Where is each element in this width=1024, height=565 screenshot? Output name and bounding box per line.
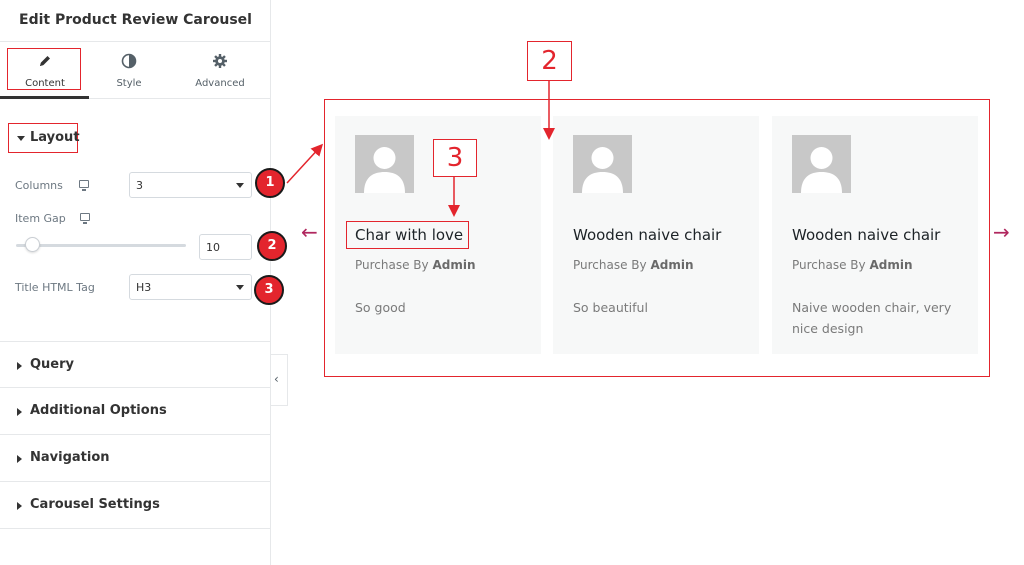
card-meta: Purchase By Admin bbox=[355, 258, 476, 272]
card-title: Wooden naive chair bbox=[573, 226, 722, 244]
section-query-toggle[interactable]: Query bbox=[0, 341, 271, 388]
tab-advanced[interactable]: Advanced bbox=[175, 42, 265, 99]
active-tab-indicator bbox=[0, 96, 89, 99]
caret-right-icon bbox=[17, 408, 22, 416]
card-meta-prefix: Purchase By bbox=[573, 258, 647, 272]
editor-panel: Edit Product Review Carousel Content Sty… bbox=[0, 0, 271, 565]
section-additional-options-toggle[interactable]: Additional Options bbox=[0, 388, 271, 435]
callout-label-2: 2 bbox=[527, 41, 572, 81]
gear-icon bbox=[175, 53, 265, 69]
title-html-tag-label: Title HTML Tag bbox=[15, 281, 95, 294]
annotation-badge-1: 1 bbox=[255, 168, 285, 198]
section-navigation-label: Navigation bbox=[30, 450, 110, 465]
card-meta-prefix: Purchase By bbox=[355, 258, 429, 272]
tab-advanced-label: Advanced bbox=[195, 78, 245, 89]
caret-down-icon bbox=[17, 136, 25, 141]
avatar-placeholder-icon bbox=[573, 135, 632, 193]
annotation-badge-3: 3 bbox=[254, 275, 284, 305]
panel-collapse-handle[interactable]: ‹ bbox=[271, 354, 288, 406]
panel-title: Edit Product Review Carousel bbox=[0, 0, 271, 42]
responsive-desktop-icon[interactable] bbox=[80, 213, 90, 224]
editor-screen: Edit Product Review Carousel Content Sty… bbox=[0, 0, 1024, 565]
item-gap-slider-handle[interactable] bbox=[25, 237, 40, 252]
section-query-label: Query bbox=[30, 357, 75, 372]
columns-select[interactable]: 3 bbox=[129, 172, 252, 198]
annotation-badge-2: 2 bbox=[257, 231, 287, 261]
card-meta-author: Admin bbox=[650, 258, 694, 272]
card-meta: Purchase By Admin bbox=[792, 258, 913, 272]
callout-label-3: 3 bbox=[433, 139, 477, 177]
half-circle-icon bbox=[84, 53, 174, 69]
section-navigation-toggle[interactable]: Navigation bbox=[0, 435, 271, 482]
carousel-prev-arrow-icon[interactable]: ← bbox=[301, 222, 318, 242]
section-carousel-settings-label: Carousel Settings bbox=[30, 497, 160, 512]
chevron-left-icon: ‹ bbox=[274, 372, 279, 386]
card-title-highlight bbox=[346, 221, 469, 249]
columns-label: Columns bbox=[15, 179, 63, 192]
tab-style-label: Style bbox=[116, 78, 142, 89]
card-body: So beautiful bbox=[573, 300, 648, 315]
card-meta-prefix: Purchase By bbox=[792, 258, 866, 272]
tab-style[interactable]: Style bbox=[84, 42, 174, 99]
avatar-placeholder-icon bbox=[792, 135, 851, 193]
card-meta: Purchase By Admin bbox=[573, 258, 694, 272]
avatar-placeholder-icon bbox=[355, 135, 414, 193]
section-layout-label: Layout bbox=[30, 130, 80, 145]
card-body: So good bbox=[355, 300, 406, 315]
section-additional-options-label: Additional Options bbox=[30, 403, 167, 418]
review-card: Wooden naive chair Purchase By Admin So … bbox=[553, 116, 759, 354]
card-meta-author: Admin bbox=[432, 258, 476, 272]
card-title: Wooden naive chair bbox=[792, 226, 941, 244]
title-html-tag-value: H3 bbox=[136, 281, 152, 294]
caret-right-icon bbox=[17, 455, 22, 463]
title-html-tag-select[interactable]: H3 bbox=[129, 274, 252, 300]
annotation-arrow-1 bbox=[286, 143, 324, 184]
chevron-down-icon bbox=[236, 285, 244, 290]
caret-right-icon bbox=[17, 502, 22, 510]
review-card: Wooden naive chair Purchase By Admin Nai… bbox=[772, 116, 978, 354]
content-tab-highlight bbox=[7, 48, 81, 90]
caret-right-icon bbox=[17, 362, 22, 370]
section-carousel-settings-toggle[interactable]: Carousel Settings bbox=[0, 482, 271, 529]
responsive-desktop-icon[interactable] bbox=[79, 180, 89, 191]
card-body: Naive wooden chair, very nice design bbox=[792, 300, 952, 336]
section-layout-toggle[interactable]: Layout bbox=[8, 123, 80, 153]
item-gap-input[interactable]: 10 bbox=[199, 234, 252, 260]
chevron-down-icon bbox=[236, 183, 244, 188]
item-gap-label: Item Gap bbox=[15, 212, 66, 225]
carousel-next-arrow-icon[interactable]: → bbox=[993, 222, 1010, 242]
item-gap-slider-track[interactable] bbox=[16, 244, 186, 247]
columns-select-value: 3 bbox=[136, 179, 143, 192]
card-meta-author: Admin bbox=[869, 258, 913, 272]
